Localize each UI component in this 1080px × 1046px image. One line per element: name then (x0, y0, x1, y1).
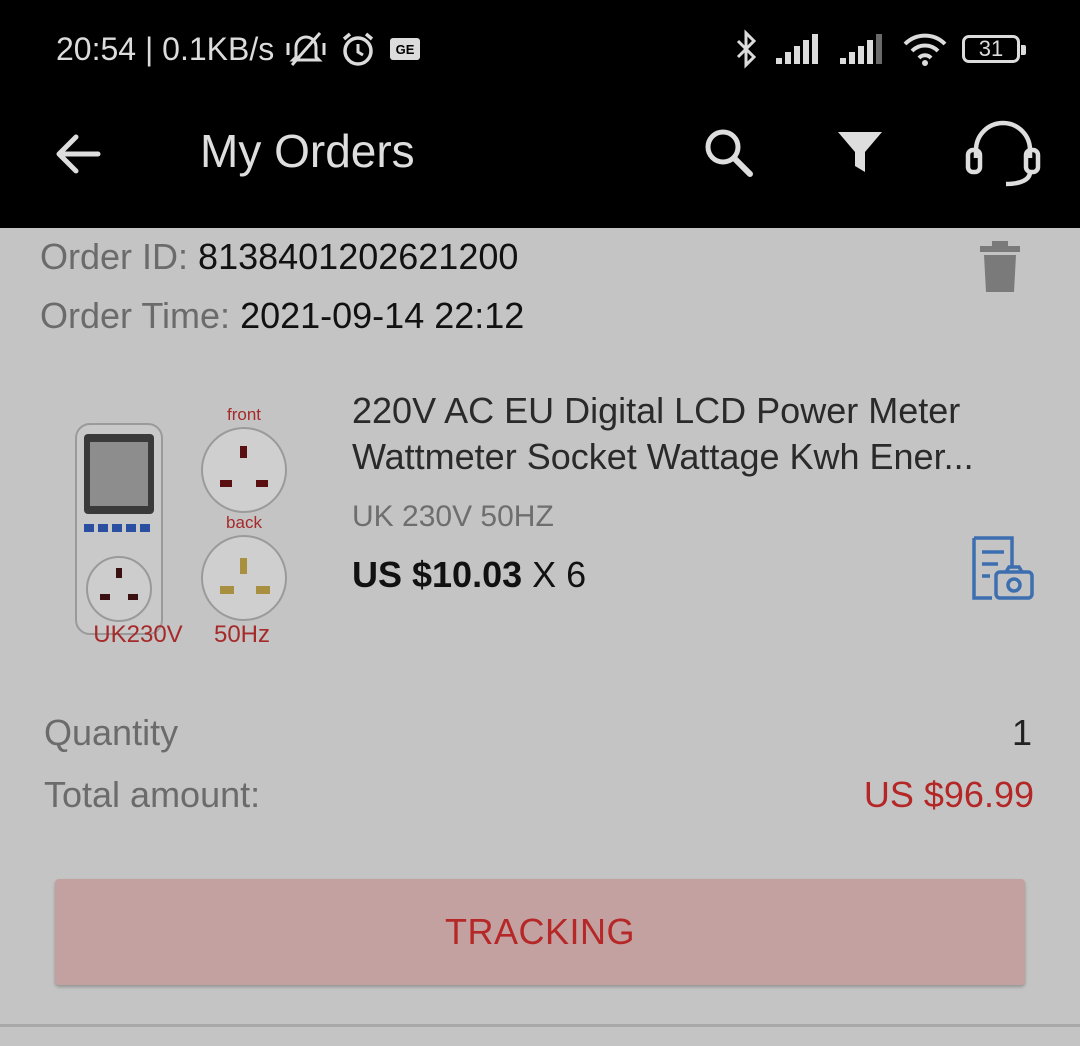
app-bar: My Orders (0, 98, 1080, 228)
order-id-value: 8138401202621200 (198, 236, 519, 277)
order-time-row: Order Time: 2021-09-14 22:12 (40, 295, 524, 337)
status-left: 20:54 | 0.1KB/s GE (56, 26, 422, 72)
order-time-label: Order Time: (40, 295, 231, 336)
image-label-front: front (227, 405, 261, 424)
total-amount-value: US $96.99 (863, 774, 1034, 815)
quantity-value: 1 (1011, 712, 1032, 753)
status-time-speed: 20:54 | 0.1KB/s (56, 30, 275, 67)
svg-text:GE: GE (396, 42, 415, 57)
bluetooth-icon (732, 29, 760, 69)
wifi-icon (902, 31, 948, 67)
order-card[interactable]: Order ID: 8138401202621200 Order Time: 2… (0, 228, 1080, 1024)
order-snapshot-icon[interactable] (968, 534, 1036, 604)
order-id-row: Order ID: 8138401202621200 (40, 236, 518, 278)
vibrate-mute-icon (284, 29, 328, 69)
product-image[interactable]: front back UK230V 50Hz (56, 384, 318, 672)
customer-service-icon[interactable] (962, 118, 1044, 190)
battery-icon: 31 (962, 35, 1026, 63)
image-label-back: back (226, 513, 262, 532)
quantity-label: Quantity (44, 712, 179, 753)
image-label-voltage: UK230V (93, 621, 182, 648)
status-bar: 20:54 | 0.1KB/s GE 31 (0, 0, 1080, 98)
trash-icon[interactable] (978, 240, 1022, 294)
unit-multiplier: X 6 (532, 554, 587, 595)
gesture-badge-icon: GE (388, 35, 422, 63)
order-time-value: 2021-09-14 22:12 (240, 295, 525, 336)
image-label-frequency: 50Hz (214, 621, 270, 648)
next-card-area (0, 1027, 1080, 1046)
product-title-line1: 220V AC EU Digital LCD Power Meter (352, 390, 961, 431)
product-variant: UK 230V 50HZ (352, 500, 554, 533)
signal-icon (774, 32, 824, 66)
order-id-label: Order ID: (40, 236, 189, 277)
total-amount-label: Total amount: (44, 774, 261, 815)
unit-price: US $10.03 (352, 554, 523, 595)
alarm-icon (338, 29, 378, 69)
product-title-line2: Wattmeter Socket Wattage Kwh Ener... (352, 436, 974, 477)
filter-icon[interactable] (832, 124, 888, 180)
status-right: 31 (732, 24, 1026, 74)
signal-icon (838, 32, 888, 66)
page-title: My Orders (200, 125, 415, 177)
price-row: US $10.03 X 6 (352, 554, 586, 596)
search-icon[interactable] (700, 124, 756, 180)
back-arrow-icon[interactable] (52, 128, 104, 180)
tracking-button[interactable]: TRACKING (55, 879, 1025, 985)
product-title[interactable]: 220V AC EU Digital LCD Power Meter Wattm… (352, 388, 1032, 480)
